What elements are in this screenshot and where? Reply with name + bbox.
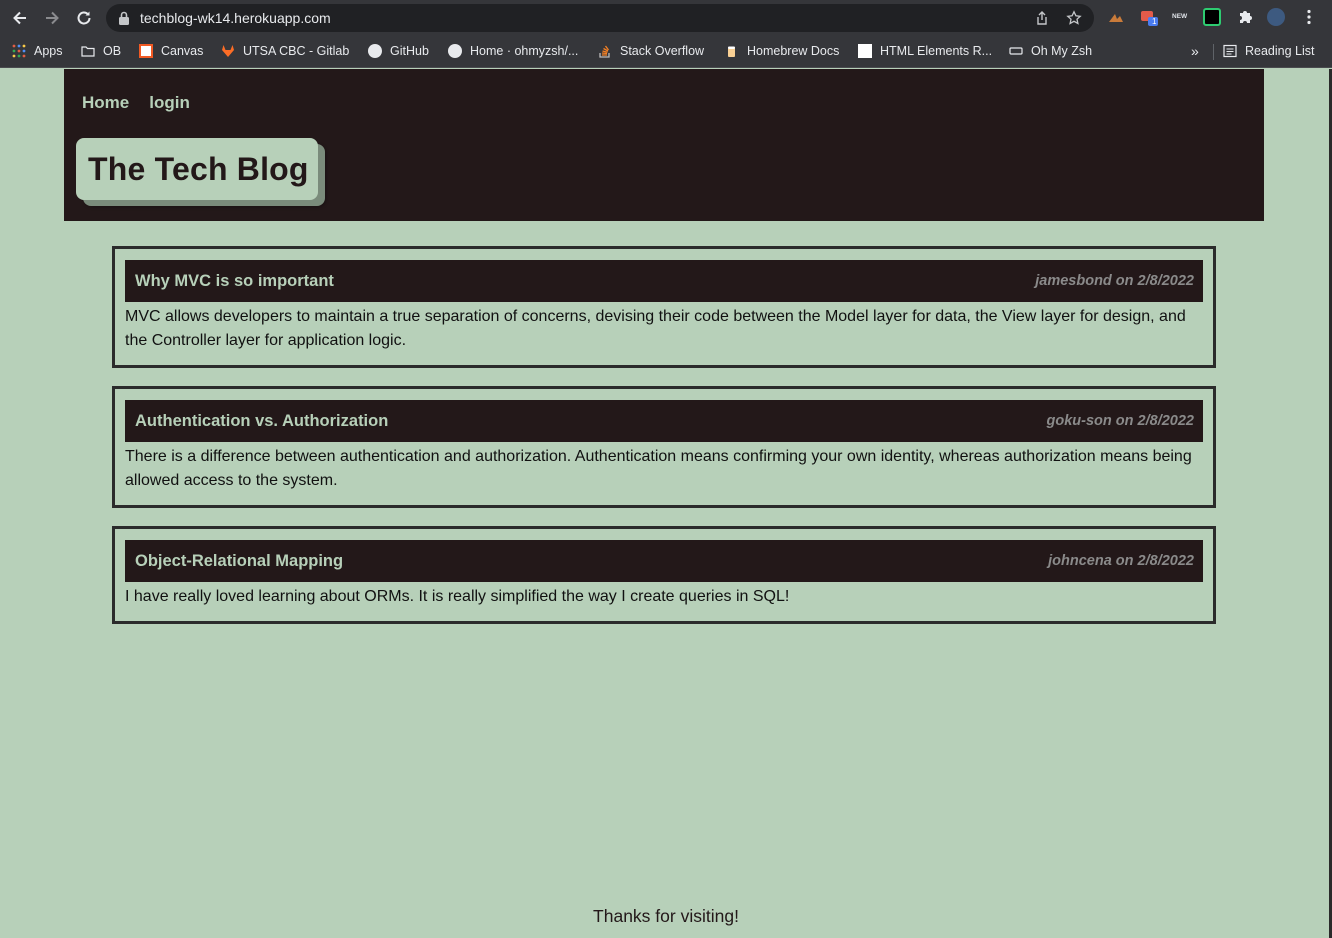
post-meta: jamesbond on 2/8/2022 bbox=[1035, 273, 1194, 289]
bookmark-github[interactable]: GitHub bbox=[368, 36, 429, 66]
post-header: Authentication vs. Authorization goku-so… bbox=[125, 400, 1203, 442]
bookmark-label: Homebrew Docs bbox=[747, 44, 840, 58]
bookmark-homebrew[interactable]: Homebrew Docs bbox=[725, 36, 839, 66]
nav-login-link[interactable]: login bbox=[149, 93, 190, 113]
kebab-menu-icon[interactable] bbox=[1300, 8, 1318, 26]
site-header: Home login The Tech Blog bbox=[64, 69, 1264, 221]
post-title[interactable]: Authentication vs. Authorization bbox=[135, 412, 388, 431]
post-meta: johncena on 2/8/2022 bbox=[1048, 553, 1194, 569]
forward-icon[interactable] bbox=[40, 6, 64, 30]
footer-text: Thanks for visiting! bbox=[593, 906, 739, 926]
bookmark-label: Home · ohmyzsh/... bbox=[470, 44, 579, 58]
github-icon bbox=[448, 44, 462, 58]
site-footer: Thanks for visiting! bbox=[0, 906, 1332, 927]
site-title: The Tech Blog bbox=[88, 150, 309, 187]
stackoverflow-icon bbox=[598, 44, 612, 58]
reading-list-button[interactable]: Reading List bbox=[1223, 36, 1315, 66]
post-meta: goku-son on 2/8/2022 bbox=[1046, 413, 1194, 429]
bookmark-ohmyzsh-github[interactable]: Home · ohmyzsh/... bbox=[448, 36, 578, 66]
beer-mug-icon bbox=[725, 44, 739, 58]
share-icon[interactable] bbox=[1034, 10, 1050, 26]
nav-home-link[interactable]: Home bbox=[82, 93, 129, 113]
address-bar[interactable]: techblog-wk14.herokuapp.com bbox=[106, 4, 1094, 32]
gitlab-icon bbox=[221, 44, 235, 58]
site-nav: Home login bbox=[82, 93, 190, 113]
bookmark-gitlab[interactable]: UTSA CBC - Gitlab bbox=[221, 36, 349, 66]
post-header: Why MVC is so important jamesbond on 2/8… bbox=[125, 260, 1203, 302]
bookmark-label: HTML Elements R... bbox=[880, 44, 993, 58]
extension-badge-icon[interactable]: 1 bbox=[1140, 8, 1158, 26]
extension-badge-count: 1 bbox=[1152, 17, 1157, 26]
browser-toolbar: techblog-wk14.herokuapp.com 1 NEW bbox=[0, 0, 1332, 36]
post-title[interactable]: Why MVC is so important bbox=[135, 272, 334, 291]
new-badge: NEW bbox=[1172, 13, 1188, 20]
more-bookmarks-label: » bbox=[1191, 43, 1199, 59]
bookmarks-bar: Apps OB Canvas UTSA CBC - Gitlab GitHub … bbox=[0, 36, 1332, 68]
ohmyzsh-icon bbox=[1009, 44, 1023, 58]
reload-icon[interactable] bbox=[72, 6, 96, 30]
post-card[interactable]: Object-Relational Mapping johncena on 2/… bbox=[112, 526, 1216, 624]
bookmark-apps[interactable]: Apps bbox=[12, 36, 63, 66]
utsa-icon bbox=[139, 44, 153, 58]
puzzle-icon[interactable] bbox=[1236, 8, 1254, 26]
bookmark-html-elements[interactable]: HTML Elements R... bbox=[858, 36, 992, 66]
brand-box: The Tech Blog bbox=[76, 138, 318, 200]
bookmark-canvas[interactable]: Canvas bbox=[139, 36, 203, 66]
bookmark-separator bbox=[1213, 44, 1214, 60]
terminal-extension-icon[interactable] bbox=[1203, 8, 1221, 26]
bookmark-ohmyzsh[interactable]: Oh My Zsh bbox=[1009, 36, 1092, 66]
mdn-icon bbox=[858, 44, 872, 58]
post-body: MVC allows developers to maintain a true… bbox=[125, 308, 1186, 349]
post-body: I have really loved learning about ORMs.… bbox=[125, 588, 790, 605]
extension-icon[interactable] bbox=[1107, 8, 1125, 26]
bookmark-label: Apps bbox=[34, 44, 63, 58]
reading-list-icon bbox=[1223, 44, 1237, 58]
profile-avatar[interactable] bbox=[1267, 8, 1285, 26]
bookmark-label: Oh My Zsh bbox=[1031, 44, 1093, 58]
post-title[interactable]: Object-Relational Mapping bbox=[135, 552, 343, 571]
lock-icon bbox=[119, 11, 129, 25]
bookmark-label: UTSA CBC - Gitlab bbox=[243, 44, 350, 58]
bookmark-label: Canvas bbox=[161, 44, 204, 58]
folder-icon bbox=[81, 44, 95, 58]
bookmark-label: Stack Overflow bbox=[620, 44, 705, 58]
more-bookmarks-button[interactable]: » bbox=[1191, 36, 1199, 66]
bookmark-stackoverflow[interactable]: Stack Overflow bbox=[598, 36, 704, 66]
bookmark-label: GitHub bbox=[390, 44, 429, 58]
back-icon[interactable] bbox=[8, 6, 32, 30]
url-text: techblog-wk14.herokuapp.com bbox=[140, 10, 331, 26]
post-card[interactable]: Why MVC is so important jamesbond on 2/8… bbox=[112, 246, 1216, 368]
post-card[interactable]: Authentication vs. Authorization goku-so… bbox=[112, 386, 1216, 508]
star-icon[interactable] bbox=[1066, 10, 1082, 26]
bookmark-label: OB bbox=[103, 44, 122, 58]
post-header: Object-Relational Mapping johncena on 2/… bbox=[125, 540, 1203, 582]
github-icon bbox=[368, 44, 382, 58]
apps-grid-icon bbox=[12, 44, 26, 58]
post-body: There is a difference between authentica… bbox=[125, 448, 1192, 489]
reading-list-label: Reading List bbox=[1245, 44, 1315, 58]
bookmark-ob[interactable]: OB bbox=[81, 36, 121, 66]
new-extension-icon[interactable]: NEW bbox=[1172, 8, 1190, 26]
